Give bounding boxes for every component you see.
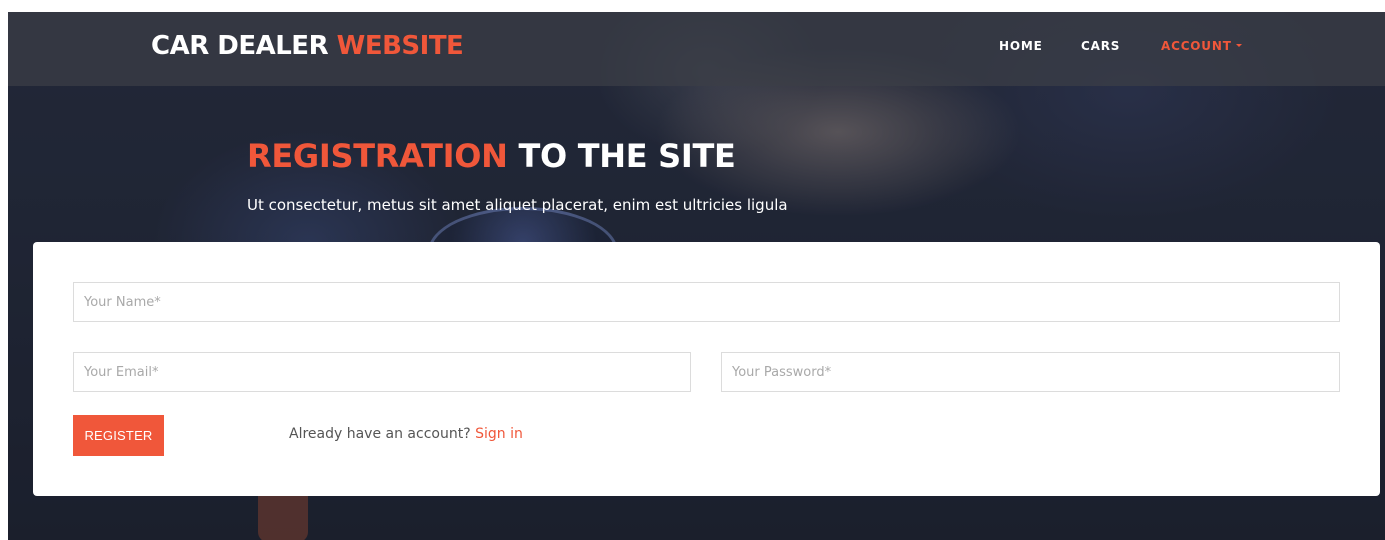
signin-link[interactable]: Sign in: [475, 426, 523, 442]
name-field[interactable]: [73, 282, 1340, 322]
brand-text-accent: WEBSITE: [336, 31, 464, 61]
page-title-rest: TO THE SITE: [518, 137, 736, 175]
signin-prompt-text: Already have an account?: [289, 426, 471, 442]
page-title: REGISTRATION TO THE SITE: [247, 137, 736, 175]
site-logo[interactable]: CAR DEALER WEBSITE: [151, 31, 464, 61]
page-title-accent: REGISTRATION: [247, 137, 508, 175]
email-field[interactable]: [73, 352, 691, 392]
brand-text-primary: CAR DEALER: [151, 31, 329, 61]
page-subtitle: Ut consectetur, metus sit amet aliquet p…: [247, 196, 788, 214]
caret-down-icon: [1235, 44, 1242, 47]
register-button[interactable]: REGISTER: [73, 415, 164, 456]
registration-form: REGISTER Already have an account? Sign i…: [33, 242, 1380, 496]
nav-account-label: ACCOUNT: [1161, 39, 1232, 53]
signin-prompt: Already have an account? Sign in: [289, 426, 523, 442]
nav-cars-link[interactable]: CARS: [1081, 39, 1120, 53]
nav-account-dropdown[interactable]: ACCOUNT: [1161, 39, 1242, 53]
top-navbar: CAR DEALER WEBSITE HOME CARS ACCOUNT: [8, 12, 1385, 86]
nav-home-link[interactable]: HOME: [999, 39, 1043, 53]
password-field[interactable]: [721, 352, 1340, 392]
